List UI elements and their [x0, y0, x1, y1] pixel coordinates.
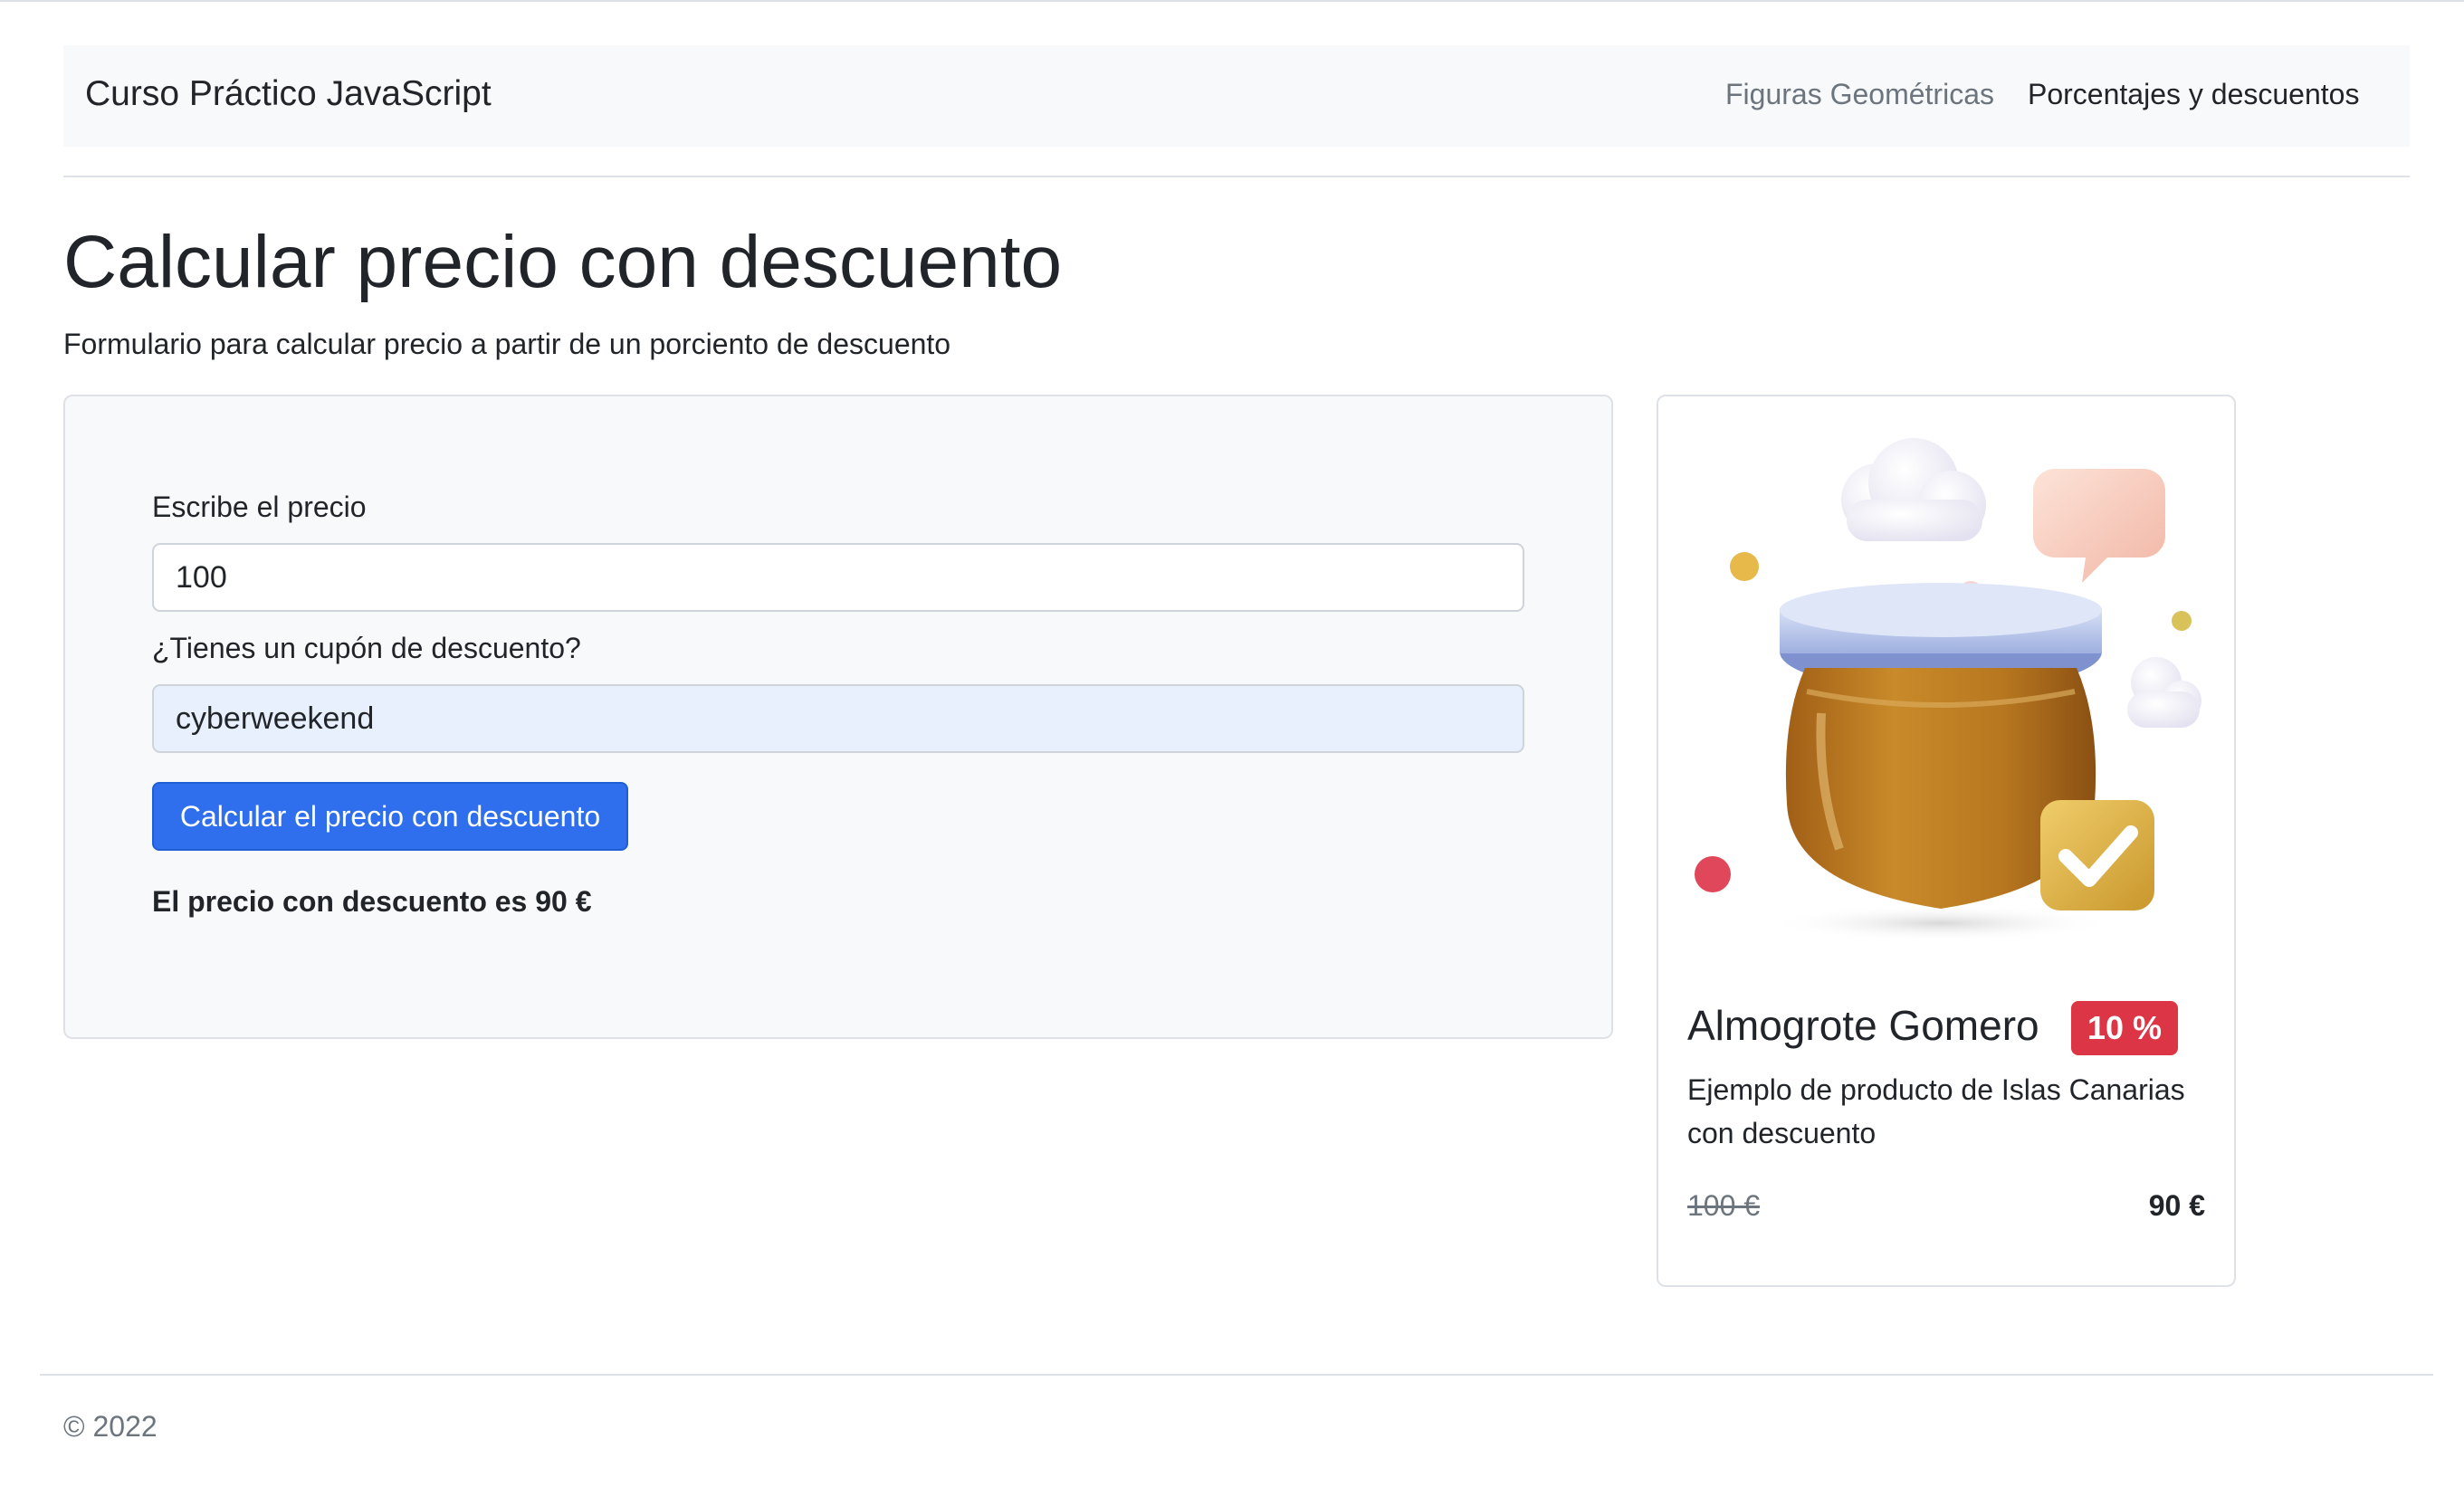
calculate-button[interactable]: Calcular el precio con descuento	[152, 782, 628, 851]
discount-badge: 10 %	[2071, 1001, 2179, 1055]
price-input[interactable]	[152, 543, 1524, 612]
page-description: Formulario para calcular precio a partir…	[63, 328, 951, 360]
nav-link-figuras[interactable]: Figuras Geométricas	[1725, 78, 1994, 111]
original-price: 100 €	[1687, 1189, 1761, 1222]
nav-link-porcentajes[interactable]: Porcentajes y descuentos	[2028, 78, 2359, 111]
footer-copyright: © 2022	[63, 1410, 158, 1443]
product-description: Ejemplo de producto de Islas Canarias co…	[1687, 1073, 2185, 1149]
coupon-input[interactable]	[152, 684, 1524, 753]
navbar: Curso Práctico JavaScript Figuras Geomét…	[63, 45, 2410, 147]
result-text: El precio con descuento es 90 €	[152, 885, 592, 918]
product-card: Almogrote Gomero 10 % Ejemplo de product…	[1657, 395, 2236, 1287]
header-divider	[63, 176, 2410, 177]
footer-divider	[40, 1374, 2433, 1376]
navbar-brand[interactable]: Curso Práctico JavaScript	[85, 74, 492, 114]
top-border	[0, 0, 2464, 2]
discounted-price: 90 €	[2148, 1189, 2205, 1222]
price-label: Escribe el precio	[152, 491, 367, 523]
coupon-label: ¿Tienes un cupón de descuento?	[152, 632, 581, 664]
discount-form: Escribe el precio ¿Tienes un cupón de de…	[63, 395, 1613, 1039]
page-title: Calcular precio con descuento	[63, 221, 1063, 303]
product-name: Almogrote Gomero	[1687, 1002, 2039, 1049]
jar-with-checkmark-illustration	[1695, 438, 2201, 941]
